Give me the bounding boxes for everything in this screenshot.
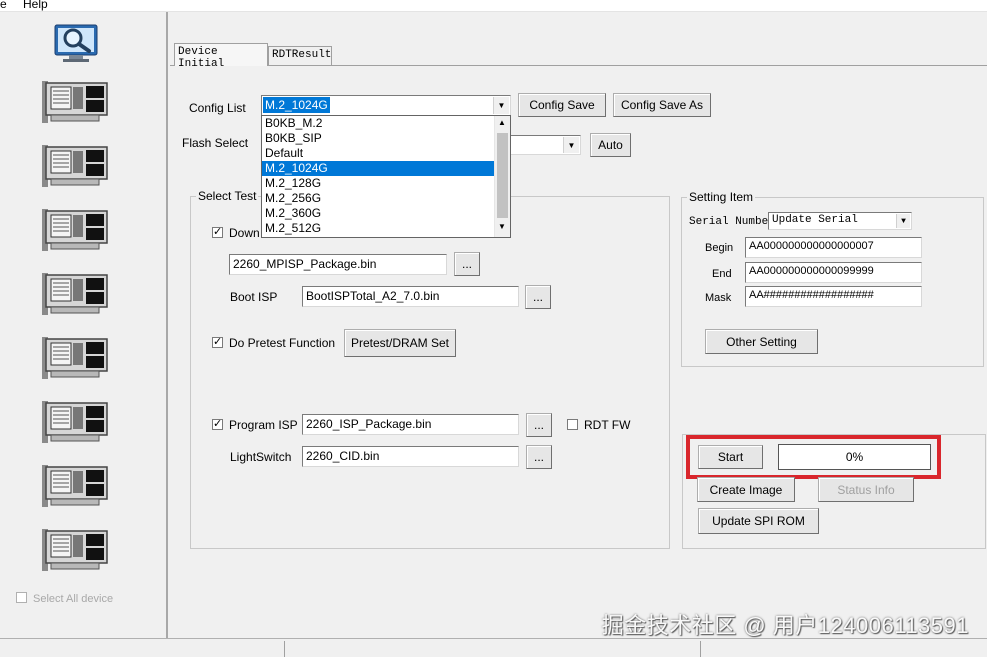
select-all-device-label: Select All device [33,593,114,605]
pretest-checkbox-box[interactable] [212,335,223,348]
pcb-card-icon[interactable] [39,143,109,189]
pcb-card-icon[interactable] [39,79,109,125]
dropdown-option[interactable]: M.2_128G [262,176,494,191]
config-save-button[interactable]: Config Save [518,93,606,117]
auto-button[interactable]: Auto [590,133,631,157]
pcb-card-icon[interactable] [39,271,109,317]
rdt-fw-checkbox[interactable]: RDT FW [567,418,630,432]
status-info-button: Status Info [818,477,914,502]
pretest-dram-set-button[interactable]: Pretest/DRAM Set [344,329,456,357]
select-all-checkbox-box[interactable] [16,592,27,603]
dropdown-option[interactable]: B0KB_SIP [262,131,494,146]
status-bar-separator [284,641,285,657]
lightswitch-field[interactable]: 2260_CID.bin [302,446,519,467]
highlight-annotation [686,435,941,479]
config-list-dropdown[interactable]: B0KB_M.2 B0KB_SIP Default M.2_1024G M.2_128G… [261,115,511,238]
tab-rdtresult[interactable]: RDTResult [268,46,332,66]
menu-file[interactable]: e [0,0,7,11]
select-test-group [190,196,670,549]
rdt-fw-label: RDT FW [584,418,631,432]
magnifier-icon[interactable] [53,24,101,64]
begin-field[interactable]: AA000000000000000007 [745,237,922,258]
update-spi-rom-button[interactable]: Update SPI ROM [698,508,819,534]
dropdown-option[interactable]: M.2_512G [262,221,494,236]
download-checkbox-box[interactable] [212,225,223,238]
program-isp-browse-button[interactable]: ... [526,413,552,437]
config-list-combobox[interactable]: M.2_1024G ▼ [261,95,511,116]
dropdown-scrollbar[interactable]: ▲ ▼ [494,116,510,237]
mpisp-browse-button[interactable]: ... [454,252,480,276]
status-bar-separator [700,641,701,657]
mask-label: Mask [705,292,732,304]
scrollbar-thumb[interactable] [497,133,508,218]
end-field[interactable]: AA000000000000099999 [745,262,922,283]
program-isp-field[interactable]: 2260_ISP_Package.bin [302,414,519,435]
pretest-label: Do Pretest Function [229,336,336,350]
mask-field[interactable]: AA################## [745,286,922,307]
lightswitch-label: LightSwitch [230,450,292,464]
boot-isp-label: Boot ISP [230,290,278,304]
rdt-fw-checkbox-box[interactable] [567,419,578,430]
watermark-text: 掘金技术社区 @ 用户124006113591 [601,613,969,638]
chevron-down-icon[interactable]: ▼ [896,214,910,228]
pretest-checkbox[interactable]: Do Pretest Function [212,335,336,350]
config-list-value: M.2_1024G [263,97,330,113]
end-label: End [712,268,732,280]
select-all-device-checkbox[interactable]: Select All device [16,592,113,605]
download-checkbox[interactable]: Down [212,225,260,240]
setting-item-title: Setting Item [687,190,756,204]
scroll-up-icon[interactable]: ▲ [498,118,506,127]
dropdown-option[interactable]: M.2_256G [262,191,494,206]
select-test-title: Select Test [196,189,259,203]
tab-device-initial[interactable]: Device Initial [174,43,268,70]
begin-label: Begin [705,242,734,254]
serial-mode-combobox[interactable]: Update Serial ▼ [768,212,912,230]
dropdown-option[interactable]: M.2_360G [262,206,494,221]
pcb-card-icon[interactable] [39,207,109,253]
serial-mode-value: Update Serial [772,214,858,226]
pcb-card-icon[interactable] [39,527,109,573]
program-isp-checkbox-box[interactable] [212,417,223,430]
dropdown-option[interactable]: M.2_1024G [262,161,494,176]
boot-isp-field[interactable]: BootISPTotal_A2_7.0.bin [302,286,519,307]
pcb-card-icon[interactable] [39,463,109,509]
menu-help[interactable]: Help [23,0,48,11]
serial-number-label: Serial Number [689,216,775,228]
pcb-card-icon[interactable] [39,399,109,445]
create-image-button[interactable]: Create Image [697,477,795,502]
download-label: Down [229,226,260,240]
menu-bar: e Help [0,0,987,12]
chevron-down-icon[interactable]: ▼ [493,97,509,114]
program-isp-checkbox[interactable]: Program ISP [212,417,298,432]
boot-isp-browse-button[interactable]: ... [525,285,551,309]
mpisp-package-field[interactable]: 2260_MPISP_Package.bin [229,254,447,275]
status-bar [0,638,987,657]
dropdown-option[interactable]: B0KB_M.2 [262,116,494,131]
config-list-label: Config List [189,101,246,115]
scroll-down-icon[interactable]: ▼ [498,222,506,231]
pcb-card-icon[interactable] [39,335,109,381]
lightswitch-browse-button[interactable]: ... [526,445,552,469]
dropdown-option[interactable]: Default [262,146,494,161]
chevron-down-icon[interactable]: ▼ [563,137,579,153]
other-setting-button[interactable]: Other Setting [705,329,818,354]
program-isp-label: Program ISP [229,418,298,432]
config-save-as-button[interactable]: Config Save As [613,93,711,117]
flash-select-label: Flash Select [182,136,249,150]
